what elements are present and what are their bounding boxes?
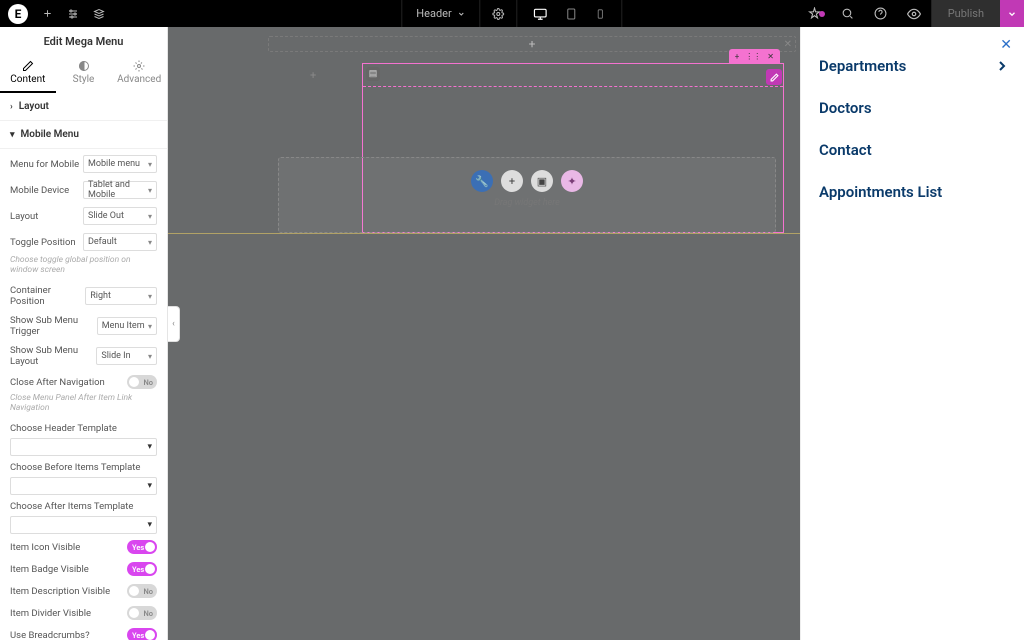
tablet-device-icon[interactable] [566, 7, 578, 21]
toggle-close-after-nav[interactable]: No [127, 375, 157, 389]
field-container-position: Container Position Right▾ [10, 285, 157, 307]
drop-wrench-icon[interactable]: 🔧 [471, 170, 493, 192]
select-after-items-template[interactable]: ▾ [10, 516, 157, 534]
topbar-center: Header [401, 0, 622, 27]
field-item-divider-visible: Item Divider Visible No [10, 606, 157, 620]
mobile-device-icon[interactable] [596, 7, 606, 21]
template-selector[interactable]: Header [401, 0, 480, 27]
field-mobile-device: Mobile Device Tablet and Mobile▾ [10, 181, 157, 199]
column-settings-icon[interactable]: ▤ [366, 67, 380, 81]
edit-widget-button[interactable] [766, 69, 782, 85]
add-element-icon[interactable] [42, 8, 53, 19]
top-bar: E Header Publish [0, 0, 1024, 27]
tab-style[interactable]: Style [56, 58, 112, 93]
mobile-menu-preview: ✕ Departments Doctors Contact Appointmen… [800, 27, 1024, 640]
add-column-icon[interactable]: + [310, 69, 316, 82]
select-toggle-position[interactable]: Default▾ [83, 233, 157, 251]
canvas-header-area: + + ⋮⋮ ✕ [268, 27, 796, 59]
drop-ai-icon[interactable]: ✦ [561, 170, 583, 192]
tab-content[interactable]: Content [0, 58, 56, 93]
drop-zone-controls: 🔧 + ▣ ✦ [471, 170, 583, 192]
select-menu-for-mobile[interactable]: Mobile menu▾ [83, 155, 157, 173]
field-toggle-position: Toggle Position Default▾ [10, 233, 157, 251]
topbar-left: E [0, 4, 105, 24]
element-handle[interactable]: + ⋮⋮ ✕ [729, 49, 780, 63]
panel-title: Edit Mega Menu [0, 27, 167, 58]
help-icon[interactable] [864, 7, 897, 20]
page-settings-icon[interactable] [481, 0, 518, 27]
finder-search-icon[interactable] [831, 7, 864, 20]
panel-collapse-button[interactable]: ‹ [168, 306, 180, 342]
toggle-position-hint: Choose toggle global position on window … [10, 255, 157, 275]
section-mobile-menu[interactable]: ▾ Mobile Menu [0, 121, 167, 149]
select-sub-layout[interactable]: Slide In▾ [96, 347, 157, 365]
responsive-devices [518, 0, 623, 27]
elementor-logo[interactable]: E [8, 4, 28, 24]
mobile-menu-controls: Menu for Mobile Mobile menu▾ Mobile Devi… [0, 149, 167, 640]
menu-item-doctors[interactable]: Doctors [819, 87, 1010, 129]
select-before-items-template[interactable]: ▾ [10, 477, 157, 495]
select-header-template[interactable]: ▾ [10, 438, 157, 456]
field-close-after-nav: Close After Navigation No [10, 375, 157, 389]
chevron-right-icon [994, 58, 1010, 74]
desktop-device-icon[interactable] [534, 7, 548, 21]
settings-sliders-icon[interactable] [67, 8, 79, 20]
select-container-position[interactable]: Right▾ [85, 287, 157, 305]
toggle-item-badge-visible[interactable]: Yes [127, 562, 157, 576]
field-item-badge-visible: Item Badge Visible Yes [10, 562, 157, 576]
add-section-bar[interactable]: + [268, 36, 796, 52]
toggle-item-icon-visible[interactable]: Yes [127, 540, 157, 554]
grip-icon: ⋮⋮ [745, 52, 761, 61]
toggle-item-divider-visible[interactable]: No [127, 606, 157, 620]
droplet-icon [78, 60, 90, 72]
structure-icon[interactable] [93, 8, 105, 20]
field-sub-layout: Show Sub Menu Layout Slide In▾ [10, 345, 157, 367]
close-icon: ✕ [767, 52, 774, 61]
editor-panel: Edit Mega Menu Content Style Advanced › … [0, 27, 168, 640]
select-mobile-device[interactable]: Tablet and Mobile▾ [83, 181, 157, 199]
chevron-right-icon: › [10, 102, 13, 112]
field-menu-for-mobile: Menu for Mobile Mobile menu▾ [10, 155, 157, 173]
field-use-breadcrumbs: Use Breadcrumbs? Yes [10, 628, 157, 640]
drop-plus-icon[interactable]: + [501, 170, 523, 192]
select-sub-trigger[interactable]: Menu Item▾ [97, 317, 157, 335]
field-header-template: Choose Header Template ▾ [10, 423, 157, 456]
field-layout: Layout Slide Out▾ [10, 207, 157, 225]
toggle-item-desc-visible[interactable]: No [127, 584, 157, 598]
notification-dot [819, 11, 825, 17]
close-menu-icon[interactable]: ✕ [1000, 37, 1012, 53]
gear-icon [133, 60, 145, 72]
select-layout[interactable]: Slide Out▾ [83, 207, 157, 225]
notifications-icon[interactable] [798, 7, 831, 20]
template-selector-label: Header [416, 7, 451, 20]
field-before-items-template: Choose Before Items Template ▾ [10, 462, 157, 495]
chevron-down-icon: ▾ [10, 130, 15, 140]
panel-tabs: Content Style Advanced [0, 58, 167, 93]
publish-button[interactable]: Publish [931, 0, 1000, 27]
close-after-nav-hint: Close Menu Panel After Item Link Navigat… [10, 393, 157, 413]
menu-item-departments[interactable]: Departments [819, 45, 1010, 87]
pencil-icon [22, 60, 34, 72]
chevron-down-icon [458, 10, 466, 18]
field-after-items-template: Choose After Items Template ▾ [10, 501, 157, 534]
preview-icon[interactable] [897, 7, 931, 21]
toggle-use-breadcrumbs[interactable]: Yes [127, 628, 157, 640]
topbar-right: Publish [798, 0, 1024, 27]
field-sub-trigger: Show Sub Menu Trigger Menu Item▾ [10, 315, 157, 337]
drop-zone-text: Drag widget here [279, 198, 775, 208]
tab-advanced[interactable]: Advanced [111, 58, 167, 93]
field-item-icon-visible: Item Icon Visible Yes [10, 540, 157, 554]
widget-drop-zone[interactable]: 🔧 + ▣ ✦ Drag widget here [278, 157, 776, 233]
field-item-desc-visible: Item Description Visible No [10, 584, 157, 598]
menu-item-appointments[interactable]: Appointments List [819, 171, 1010, 213]
plus-icon: + [735, 52, 740, 61]
publish-options-button[interactable] [1000, 0, 1024, 27]
menu-item-contact[interactable]: Contact [819, 129, 1010, 171]
drop-folder-icon[interactable]: ▣ [531, 170, 553, 192]
section-layout[interactable]: › Layout [0, 93, 167, 121]
